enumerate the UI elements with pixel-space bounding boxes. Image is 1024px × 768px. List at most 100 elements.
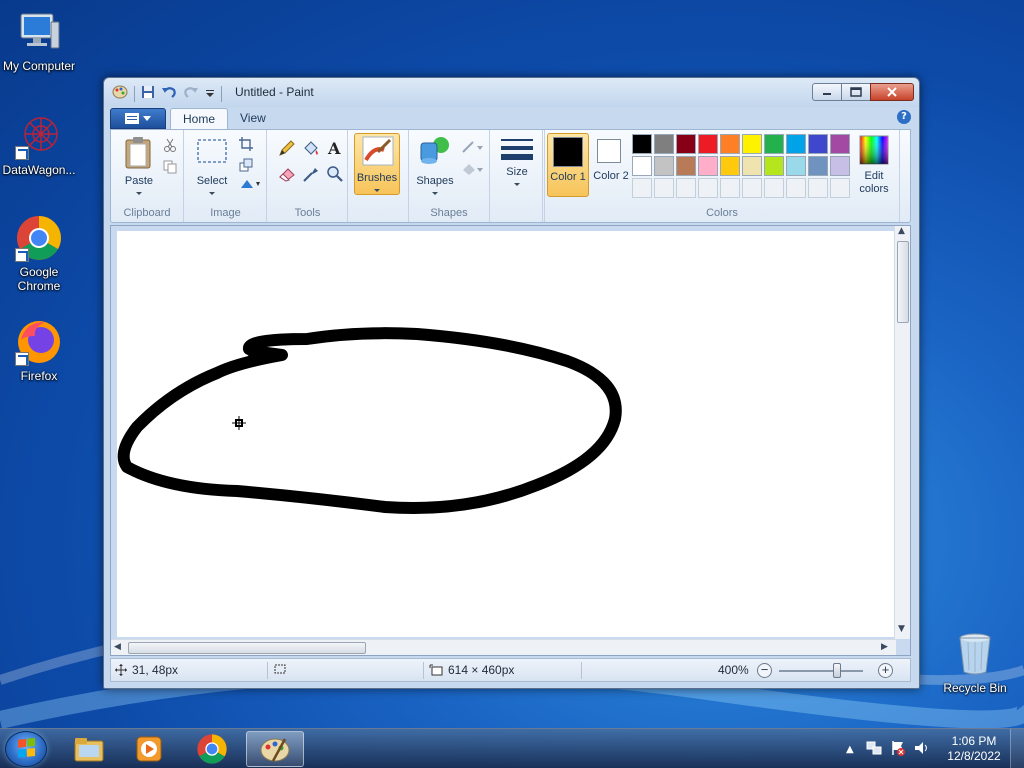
scroll-up-arrow-icon[interactable]: ▲ <box>898 226 905 236</box>
cut-icon[interactable] <box>163 138 177 155</box>
save-icon[interactable] <box>141 85 155 102</box>
title-bar[interactable]: Untitled - Paint <box>104 78 919 107</box>
minimize-button[interactable] <box>812 83 842 101</box>
color-picker-icon[interactable] <box>300 163 322 185</box>
maximize-button[interactable] <box>841 83 871 101</box>
show-desktop-button[interactable] <box>1010 729 1024 768</box>
palette-color-swatch[interactable] <box>830 156 850 176</box>
outline-icon[interactable] <box>461 140 483 157</box>
zoom-slider-thumb[interactable] <box>833 663 841 678</box>
rotate-icon[interactable] <box>239 178 261 193</box>
palette-color-swatch[interactable] <box>786 156 806 176</box>
palette-custom-slot[interactable] <box>654 178 674 198</box>
size-group[interactable]: Size <box>491 130 543 222</box>
desktop-icon-firefox[interactable]: Firefox <box>0 318 81 383</box>
action-center-icon[interactable] <box>890 740 906 759</box>
paint-menu-button[interactable] <box>110 108 166 129</box>
horizontal-scrollbar[interactable]: ◀ ▶ <box>111 639 896 655</box>
pencil-icon[interactable] <box>276 137 298 159</box>
fill-shape-icon[interactable] <box>461 162 483 179</box>
eraser-icon[interactable] <box>276 163 298 185</box>
help-icon[interactable]: ? <box>897 110 911 124</box>
taskbar-explorer-button[interactable] <box>60 731 118 767</box>
palette-color-swatch[interactable] <box>742 134 762 154</box>
clock[interactable]: 1:06 PM 12/8/2022 <box>944 734 1004 764</box>
palette-color-swatch[interactable] <box>720 134 740 154</box>
volume-icon[interactable] <box>914 740 930 759</box>
close-button[interactable] <box>870 83 914 101</box>
network-icon[interactable] <box>866 740 882 759</box>
status-separator <box>581 662 582 679</box>
tab-view[interactable]: View <box>228 108 278 129</box>
palette-custom-slot[interactable] <box>720 178 740 198</box>
tab-home[interactable]: Home <box>170 108 229 129</box>
taskbar-paint-button[interactable] <box>246 731 304 767</box>
edit-colors-button[interactable]: Edit colors <box>852 133 896 197</box>
chevron-down-icon <box>374 189 380 192</box>
palette-color-swatch[interactable] <box>764 156 784 176</box>
color2-button[interactable]: Color 2 <box>591 133 631 197</box>
scroll-right-arrow-icon[interactable]: ▶ <box>881 642 888 652</box>
palette-color-swatch[interactable] <box>742 156 762 176</box>
vertical-scrollbar[interactable]: ▲ ▼ <box>894 226 910 639</box>
palette-custom-slot[interactable] <box>742 178 762 198</box>
select-button[interactable] <box>196 138 228 167</box>
desktop-icon-google-chrome[interactable]: Google Chrome <box>0 214 81 293</box>
palette-color-swatch[interactable] <box>808 156 828 176</box>
palette-custom-slot[interactable] <box>830 178 850 198</box>
desktop-icon-label: DataWagon... <box>2 163 76 177</box>
fill-icon[interactable] <box>300 137 322 159</box>
palette-color-swatch[interactable] <box>654 156 674 176</box>
palette-custom-slot[interactable] <box>698 178 718 198</box>
paint-window[interactable]: Untitled - Paint Home View ? Paste Clipb… <box>103 77 920 689</box>
palette-color-swatch[interactable] <box>632 156 652 176</box>
palette-custom-slot[interactable] <box>786 178 806 198</box>
image-size-icon <box>429 664 443 676</box>
desktop-icon-datawagon[interactable]: DataWagon... <box>0 112 81 177</box>
show-hidden-icons-icon[interactable]: ▲ <box>846 744 854 755</box>
palette-color-swatch[interactable] <box>654 134 674 154</box>
zoom-slider-track[interactable] <box>779 670 863 672</box>
horizontal-scroll-thumb[interactable] <box>128 642 366 654</box>
palette-color-swatch[interactable] <box>720 156 740 176</box>
scroll-down-arrow-icon[interactable]: ▼ <box>898 624 905 634</box>
undo-icon[interactable] <box>161 85 177 102</box>
scroll-left-arrow-icon[interactable]: ◀ <box>114 642 121 652</box>
copy-icon[interactable] <box>163 160 177 177</box>
zoom-out-button[interactable]: − <box>757 663 772 678</box>
crop-icon[interactable] <box>239 137 253 154</box>
palette-color-swatch[interactable] <box>764 134 784 154</box>
desktop-icon-recycle-bin[interactable]: Recycle Bin <box>933 630 1017 695</box>
magnifier-icon[interactable] <box>324 163 346 185</box>
start-button[interactable] <box>5 731 47 767</box>
palette-custom-slot[interactable] <box>764 178 784 198</box>
taskbar-chrome-button[interactable] <box>183 731 241 767</box>
color1-button[interactable]: Color 1 <box>547 133 589 197</box>
zoom-in-button[interactable]: + <box>878 663 893 678</box>
customize-qat-icon[interactable] <box>205 87 215 101</box>
paint-app-icon[interactable] <box>112 84 128 103</box>
paste-button[interactable] <box>123 136 153 173</box>
palette-color-swatch[interactable] <box>698 134 718 154</box>
desktop-icon-my-computer[interactable]: My Computer <box>0 8 81 73</box>
shapes-button[interactable] <box>419 135 451 170</box>
palette-color-swatch[interactable] <box>632 134 652 154</box>
palette-custom-slot[interactable] <box>676 178 696 198</box>
taskbar-media-player-button[interactable] <box>120 731 178 767</box>
text-icon[interactable]: A <box>324 137 346 159</box>
chevron-down-icon <box>432 192 438 195</box>
palette-custom-slot[interactable] <box>632 178 652 198</box>
palette-color-swatch[interactable] <box>698 156 718 176</box>
palette-color-swatch[interactable] <box>808 134 828 154</box>
redo-icon[interactable] <box>183 85 199 102</box>
palette-color-swatch[interactable] <box>676 156 696 176</box>
resize-icon[interactable] <box>239 158 253 175</box>
brush-icon <box>362 136 394 166</box>
brushes-button[interactable]: Brushes <box>354 133 400 195</box>
vertical-scroll-thumb[interactable] <box>897 241 909 323</box>
palette-color-swatch[interactable] <box>786 134 806 154</box>
drawing-canvas[interactable] <box>117 231 894 637</box>
palette-custom-slot[interactable] <box>808 178 828 198</box>
palette-color-swatch[interactable] <box>676 134 696 154</box>
palette-color-swatch[interactable] <box>830 134 850 154</box>
